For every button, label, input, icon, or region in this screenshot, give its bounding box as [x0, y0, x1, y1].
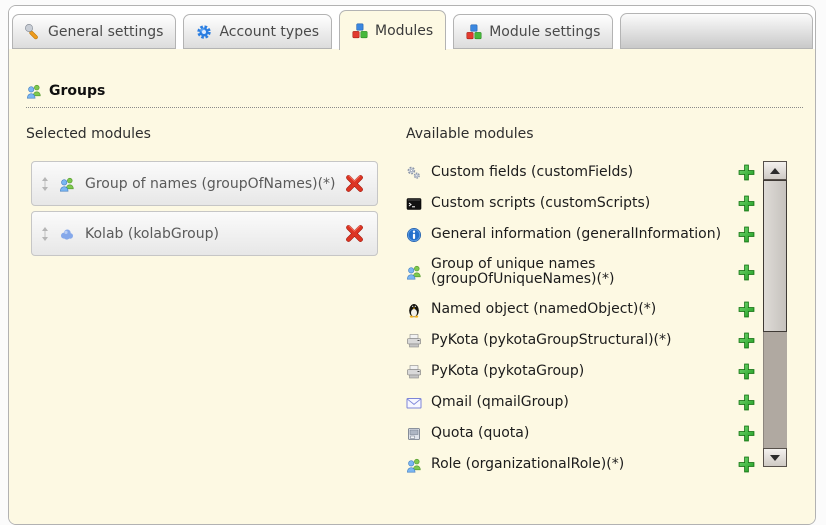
modules-panel: Groups Selected modules Available module… — [9, 49, 815, 524]
add-module-button[interactable] — [738, 226, 755, 243]
kolab-cloud-icon — [59, 226, 75, 242]
tabbar-filler — [620, 13, 813, 49]
add-module-button[interactable] — [738, 394, 755, 411]
available-module-label: General information (generalInformation) — [431, 227, 721, 242]
available-module-row: Custom fields (customFields) — [406, 164, 755, 181]
scrollbar-thumb[interactable] — [763, 180, 787, 332]
add-module-button[interactable] — [738, 363, 755, 380]
available-module-row: General information (generalInformation) — [406, 226, 755, 243]
scroll-down-button[interactable] — [763, 448, 787, 467]
selected-module-label: Group of names (groupOfNames)(*) — [85, 176, 346, 192]
available-module-label: Custom scripts (customScripts) — [431, 196, 650, 211]
add-module-button[interactable] — [738, 301, 755, 318]
wrench-icon — [25, 24, 41, 40]
tab-module-settings[interactable]: Module settings — [453, 14, 613, 49]
add-module-button[interactable] — [738, 195, 755, 212]
available-module-row: Quota (quota) — [406, 425, 755, 442]
available-module-row: Named object (namedObject)(*) — [406, 301, 755, 318]
settings-window: Groups Selected modules Available module… — [8, 5, 816, 525]
disk-icon — [406, 426, 422, 442]
available-module-row: PyKota (pykotaGroup) — [406, 363, 755, 380]
mail-icon — [406, 395, 422, 411]
sort-handle-icon[interactable] — [40, 176, 50, 192]
available-module-row: Custom scripts (customScripts) — [406, 195, 755, 212]
info-icon — [406, 227, 422, 243]
available-modules-list: Custom fields (customFields) Custom scrip… — [406, 164, 755, 473]
tab-label: Module settings — [489, 24, 600, 40]
printer-icon — [406, 364, 422, 380]
blocks-icon — [466, 24, 482, 40]
available-module-label: Custom fields (customFields) — [431, 165, 633, 180]
selected-modules-label: Selected modules — [26, 126, 151, 142]
tab-label: Modules — [375, 23, 433, 39]
available-module-label: Group of unique names (groupOfUniqueName… — [431, 257, 733, 287]
group-people-icon — [406, 457, 422, 473]
group-people-icon — [406, 264, 422, 280]
selected-module-item[interactable]: Kolab (kolabGroup) — [31, 211, 378, 256]
tab-label: General settings — [48, 24, 163, 40]
tab-general-settings[interactable]: General settings — [12, 14, 176, 49]
remove-module-button[interactable] — [346, 225, 363, 242]
penguin-icon — [406, 302, 422, 318]
add-module-button[interactable] — [738, 264, 755, 281]
sort-handle-icon[interactable] — [40, 226, 50, 242]
gears-icon — [406, 165, 422, 181]
terminal-icon — [406, 196, 422, 212]
available-modules-scrollbar — [763, 161, 787, 467]
triangle-down-icon — [770, 455, 780, 461]
gear-icon — [196, 24, 212, 40]
selected-module-item[interactable]: Group of names (groupOfNames)(*) — [31, 161, 378, 206]
section-header-groups: Groups — [26, 83, 803, 108]
selected-module-label: Kolab (kolabGroup) — [85, 226, 346, 242]
scroll-up-button[interactable] — [763, 161, 787, 180]
available-module-label: Named object (namedObject)(*) — [431, 302, 656, 317]
available-module-row: Role (organizationalRole)(*) — [406, 456, 755, 473]
available-module-label: PyKota (pykotaGroupStructural)(*) — [431, 333, 671, 348]
section-title: Groups — [49, 83, 105, 99]
group-people-icon — [26, 83, 42, 99]
add-module-button[interactable] — [738, 332, 755, 349]
available-modules-label: Available modules — [406, 126, 534, 142]
available-module-row: PyKota (pykotaGroupStructural)(*) — [406, 332, 755, 349]
tab-bar: General settings Account types Modules Modu… — [9, 6, 815, 49]
add-module-button[interactable] — [738, 164, 755, 181]
tab-account-types[interactable]: Account types — [183, 14, 332, 49]
triangle-up-icon — [770, 168, 780, 174]
available-module-label: Qmail (qmailGroup) — [431, 395, 569, 410]
add-module-button[interactable] — [738, 425, 755, 442]
blocks-icon — [352, 23, 368, 39]
remove-module-button[interactable] — [346, 175, 363, 192]
available-module-label: Role (organizationalRole)(*) — [431, 457, 624, 472]
selected-modules-list: Group of names (groupOfNames)(*) Kolab (k… — [31, 161, 378, 256]
group-people-icon — [59, 176, 75, 192]
available-module-label: Quota (quota) — [431, 426, 529, 441]
available-module-row: Group of unique names (groupOfUniqueName… — [406, 257, 755, 287]
available-module-row: Qmail (qmailGroup) — [406, 394, 755, 411]
add-module-button[interactable] — [738, 456, 755, 473]
tab-modules[interactable]: Modules — [339, 10, 446, 50]
printer-icon — [406, 333, 422, 349]
available-module-label: PyKota (pykotaGroup) — [431, 364, 584, 379]
tab-label: Account types — [219, 24, 319, 40]
